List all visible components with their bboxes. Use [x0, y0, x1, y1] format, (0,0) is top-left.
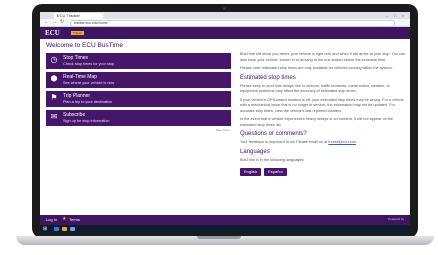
menu-item-subtitle: Check stop times for your stop [63, 62, 115, 66]
logo-badge: Transit [71, 31, 85, 35]
estimated-text-1: Please keep in mind that delays due to d… [240, 83, 390, 94]
footer-credit: Powered by [388, 217, 404, 221]
windows-start-icon[interactable]: ⊞ [43, 226, 47, 232]
estimated-text-2: If your vehicle's GPS-based location is … [240, 97, 404, 113]
languages-heading: Languages [240, 148, 270, 155]
mail-icon: ✉ [50, 112, 58, 121]
info-panel: BusTime will show you where your vehicle… [240, 52, 408, 176]
browser-screen: ECU Tracker – □ × ← → ↻ tracker.ecu.edu/… [40, 12, 410, 233]
browser-icon[interactable] [70, 227, 75, 231]
menu-item-title: Real-Time Map [63, 74, 97, 80]
language-buttons: English Español [240, 168, 408, 176]
menu-item-subtitle: See where your vehicle is now [63, 81, 115, 85]
os-taskbar: ⊞ [40, 225, 410, 233]
map-pin-icon: ⬢ [50, 74, 58, 83]
maximize-icon[interactable]: □ [394, 13, 396, 18]
main-menu: ◷ Stop Times Check stop times for your s… [46, 53, 231, 129]
login-link[interactable]: Log In [46, 217, 57, 222]
browser-tab-bar: ECU Tracker – □ × [40, 12, 410, 19]
map-icon: ⚑ [50, 93, 58, 102]
reload-icon[interactable]: ↻ [60, 19, 64, 26]
intro-text: BusTime will show you where your vehicle… [240, 52, 406, 62]
minimize-icon[interactable]: – [386, 13, 388, 18]
menu-item-title: Stop Times [63, 55, 89, 61]
address-bar-row: ← → ↻ tracker.ecu.edu/home [40, 19, 410, 27]
languages-text: BusTime is in the following languages: [240, 157, 305, 162]
clock-icon: ◷ [50, 55, 58, 64]
estimated-text-3: In the event that a vehicle experiences … [240, 117, 394, 127]
back-icon[interactable]: ← [44, 19, 49, 26]
questions-heading: Questions or comments? [240, 131, 307, 137]
espanol-button[interactable]: Español [264, 168, 287, 176]
url-field[interactable]: tracker.ecu.edu/home [70, 20, 395, 27]
menu-item-real-time-map[interactable]: ⬢ Real-Time Map See where your vehicle i… [46, 72, 231, 88]
folder-icon[interactable] [62, 227, 67, 231]
menu-item-title: Trip Planner [63, 93, 91, 99]
site-header: ECU Transit [40, 27, 410, 39]
email-link[interactable]: transit@ecu.edu [328, 140, 356, 144]
estimated-heading: Estimated stop times [240, 74, 296, 81]
menu-item-subscribe[interactable]: ✉ Subscribe Sign up for stop information [46, 110, 231, 126]
questions-text: Your feedback is important to us! Please… [240, 140, 408, 146]
site-footer: Log In ★ Terms Powered by [40, 215, 410, 225]
menu-item-stop-times[interactable]: ◷ Stop Times Check stop times for your s… [46, 53, 231, 69]
english-button[interactable]: English [240, 168, 262, 176]
forward-icon[interactable]: → [52, 19, 57, 26]
terms-link[interactable]: Terms [69, 217, 80, 222]
taskbar-app-icon[interactable] [54, 227, 59, 231]
site-logo[interactable]: ECU [45, 29, 60, 37]
questions-body: Your feedback is important to us! Please… [240, 140, 328, 144]
page-title: Welcome to ECU BusTime [46, 42, 123, 49]
close-icon[interactable]: × [402, 13, 404, 18]
star-icon: ★ [62, 216, 67, 222]
camera-icon [223, 7, 226, 10]
menu-item-subtitle: Sign up for stop information [63, 119, 110, 123]
note-text: Please note: estimated stop times are on… [240, 66, 393, 70]
menu-item-subtitle: Plan a trip to your destination [63, 100, 113, 104]
menu-item-title: Subscribe [63, 112, 86, 118]
laptop-notch [197, 236, 241, 239]
see-all-link[interactable]: See more [216, 128, 229, 132]
menu-item-trip-planner[interactable]: ⚑ Trip Planner Plan a trip to your desti… [46, 91, 231, 107]
